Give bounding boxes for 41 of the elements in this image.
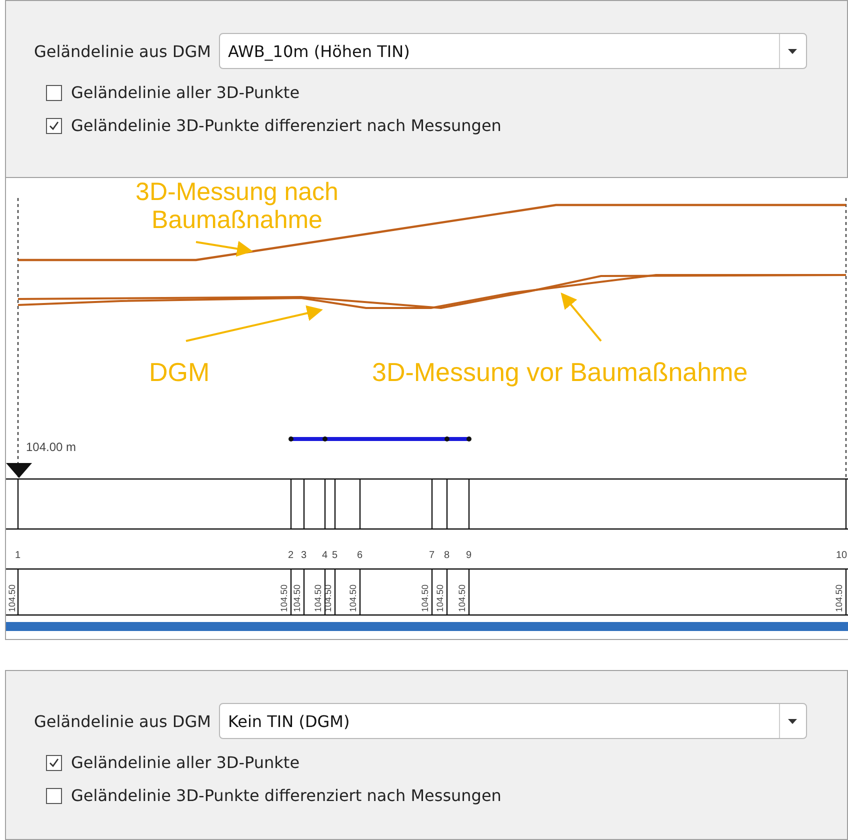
station-number: 3	[301, 550, 307, 561]
checkmark-icon	[48, 756, 60, 769]
elevation-label: 104.50	[435, 584, 445, 612]
field-label: Geländelinie aus DGM	[34, 42, 211, 60]
station-number: 4	[322, 550, 328, 561]
elevation-label: 104.50	[279, 584, 289, 612]
checkbox[interactable]	[46, 84, 62, 100]
elevation-label: 104.50	[313, 584, 323, 612]
checkmark-icon	[48, 120, 60, 132]
elevation-label: 104.50	[834, 584, 844, 612]
station-number: 9	[466, 550, 472, 561]
dgm-dropdown[interactable]: AWB_10m (Höhen TIN)	[218, 33, 807, 69]
annotation-label: 3D-Messung nach Baumaßnahme	[134, 178, 340, 236]
station-number: 8	[444, 550, 450, 561]
checkbox[interactable]	[46, 754, 62, 771]
elevation-label: 104.50	[457, 584, 467, 612]
height-marker-icon	[6, 462, 32, 478]
station-number: 10	[836, 550, 848, 561]
annotation-label: DGM	[149, 356, 210, 389]
station-number: 6	[357, 550, 363, 561]
checkbox-label: Geländelinie 3D-Punkte differenziert nach Messungen	[71, 786, 502, 806]
station-number: 1	[15, 550, 21, 561]
checkbox-label: Geländelinie aller 3D-Punkte	[71, 83, 300, 102]
checkbox-label: Geländelinie 3D-Punkte differenziert nach Messungen	[71, 116, 502, 135]
leader-line	[196, 240, 253, 256]
checkbox[interactable]	[46, 118, 62, 134]
checkbox[interactable]	[46, 788, 62, 804]
elevation-label: 104.50	[7, 584, 17, 612]
station-number: 5	[332, 550, 338, 561]
dgm-dropdown[interactable]: Kein TIN (DGM)	[218, 703, 807, 740]
checkbox-label: Geländelinie aller 3D-Punkte	[71, 753, 300, 772]
station-number: 2	[288, 550, 294, 561]
leader-line	[560, 292, 602, 342]
height-label: 104.00 m	[26, 440, 76, 454]
station-number: 7	[429, 550, 435, 561]
elevation-label: 104.50	[420, 584, 430, 612]
annotation-label: 3D-Messung vor Baumaßnahme	[372, 356, 748, 389]
elevation-label: 104.50	[323, 584, 333, 612]
elevation-label: 104.50	[292, 584, 302, 612]
elevation-label: 104.50	[348, 584, 358, 612]
field-label: Geländelinie aus DGM	[34, 712, 211, 731]
